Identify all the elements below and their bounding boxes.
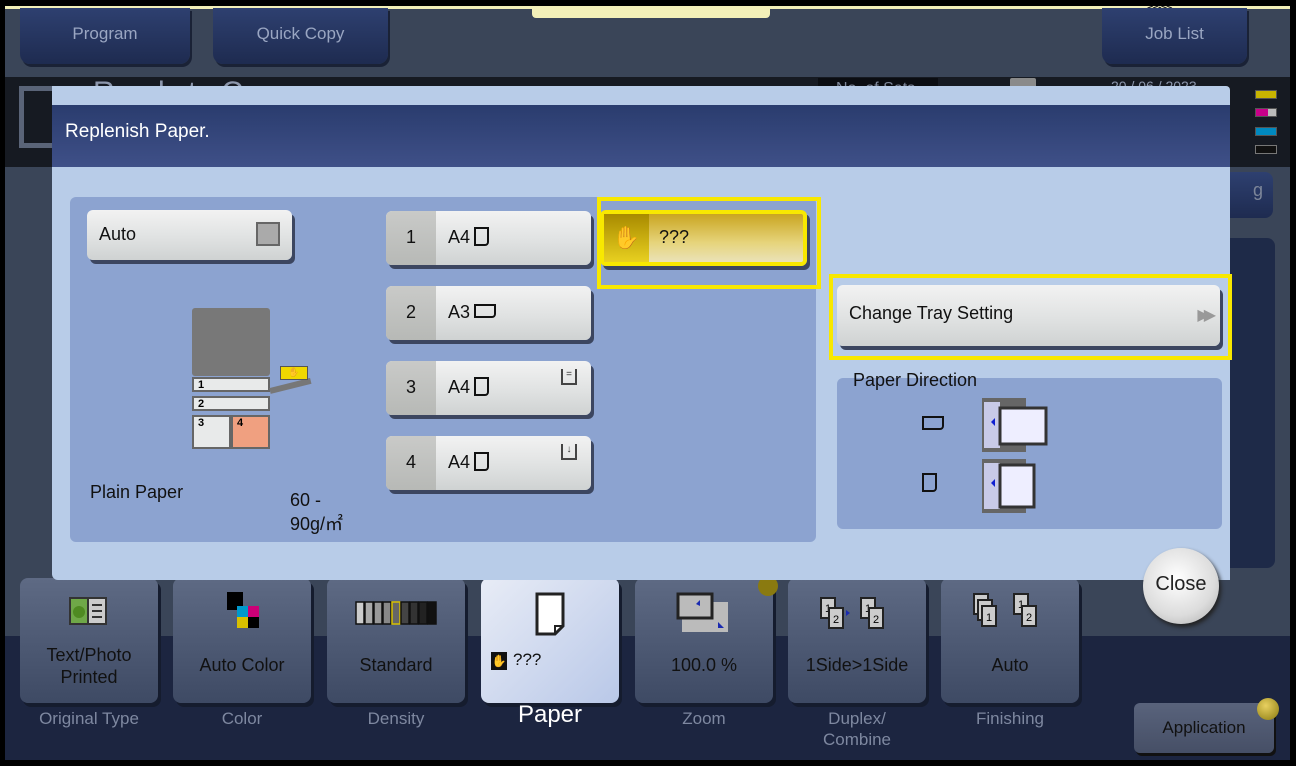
color-tile[interactable]: Auto Color (173, 578, 311, 703)
tray-2-number: 2 (386, 286, 436, 340)
paper-weight-line1: 60 - (290, 490, 322, 510)
duplex-icon: 1212 (788, 592, 926, 632)
tray-1-size-text: A4 (448, 227, 471, 247)
color-icon (173, 592, 311, 632)
tray-fill-icon: = (561, 369, 577, 385)
change-tray-setting-button[interactable]: Change Tray Setting ▶▶ (837, 285, 1220, 346)
paper-icon (481, 592, 619, 636)
portrait-paper-icon (922, 473, 937, 492)
paper-type-label: Plain Paper (90, 482, 184, 502)
tray-2-button[interactable]: 2 A3 (386, 286, 591, 340)
portrait-paper-icon (474, 226, 490, 246)
duplex-tile[interactable]: 1212 1Side>1Side (788, 578, 926, 703)
machine-diagram: 1 2 3 4 ✋ (192, 308, 312, 449)
auto-checkbox-icon (256, 222, 280, 246)
zoom-tile[interactable]: 100.0 % (635, 578, 773, 703)
change-tray-label: Change Tray Setting (849, 303, 1014, 323)
diagram-tray-2: 2 (192, 396, 270, 411)
tray-3-size: A4 (448, 376, 490, 398)
panel-handle[interactable]: <<•>> (532, 6, 1173, 18)
svg-text:2: 2 (873, 614, 879, 626)
original-type-label: Original Type (39, 709, 139, 728)
tray-1-button[interactable]: 1 A4 (386, 211, 591, 265)
density-tile[interactable]: Standard (327, 578, 465, 703)
portrait-feed-icon[interactable] (982, 459, 1038, 513)
diagram-tray-3: 3 (192, 415, 231, 449)
bypass-label: ??? (659, 227, 690, 247)
tray-2-size-text: A3 (448, 302, 471, 322)
double-arrow-right-icon: ▶▶ (1197, 307, 1215, 324)
tray-3-button[interactable]: 3 A4 = (386, 361, 591, 415)
diagram-tray-4: 4 (231, 415, 270, 449)
application-button[interactable]: Application (1134, 703, 1274, 753)
tray-3-number: 3 (386, 361, 436, 415)
landscape-paper-icon (922, 416, 944, 430)
color-value: Auto Color (199, 655, 285, 675)
paper-value: ✋??? (491, 650, 541, 670)
svg-text:1: 1 (986, 612, 992, 624)
finishing-icon: 1112 (941, 592, 1079, 632)
auto-paper-button[interactable]: Auto (87, 210, 292, 260)
program-button[interactable]: Program (20, 8, 190, 64)
paper-tile[interactable]: ✋??? (481, 578, 619, 703)
tray-1-size: A4 (448, 226, 490, 248)
tray-4-button[interactable]: 4 A4 ↓ (386, 436, 591, 490)
tray-2-size: A3 (448, 302, 497, 323)
tray-1-number: 1 (386, 211, 436, 265)
close-button[interactable]: Close (1143, 548, 1219, 624)
paper-weight: 60 - 90g/㎡ (290, 488, 343, 536)
paper-label: Paper (517, 701, 583, 728)
toner-black-icon (1255, 145, 1277, 154)
duplex-label: Duplex/ Combine (822, 709, 892, 749)
job-list-button[interactable]: Job List (1102, 8, 1247, 64)
finishing-value: Auto (991, 655, 1029, 675)
paper-direction-label: Paper Direction (853, 370, 978, 390)
bypass-tray-button[interactable]: ✋ ??? (600, 210, 807, 266)
bypass-hand-icon: ✋ (491, 652, 507, 670)
paper-weight-line2: 90g/㎡ (290, 514, 344, 534)
toner-magenta-icon (1255, 108, 1277, 117)
application-indicator-icon (1257, 698, 1279, 720)
paper-value-text: ??? (513, 650, 542, 669)
finishing-label: Finishing (975, 709, 1045, 728)
tray-4-size: A4 (448, 451, 490, 473)
tray-4-size-text: A4 (448, 452, 471, 472)
landscape-paper-icon (474, 304, 497, 319)
zoom-icon (635, 592, 773, 632)
landscape-feed-icon[interactable] (982, 398, 1048, 452)
right-button-label: g (1252, 180, 1263, 200)
diagram-hand-icon: ✋ (280, 366, 308, 380)
toner-yellow-icon (1255, 90, 1277, 99)
diagram-bypass-tray (269, 377, 312, 394)
tray-4-number: 4 (386, 436, 436, 490)
portrait-paper-icon (474, 451, 490, 471)
portrait-paper-icon (474, 376, 490, 396)
toner-cyan-icon (1255, 127, 1277, 136)
hand-icon: ✋ (604, 214, 649, 262)
original-type-value: Text/Photo Printed (46, 645, 132, 687)
zoom-value: 100.0 % (670, 655, 738, 675)
original-type-icon (20, 592, 158, 632)
tray-load-icon: ↓ (561, 444, 577, 460)
density-value: Standard (359, 655, 433, 675)
tray-3-size-text: A4 (448, 377, 471, 397)
quick-copy-button[interactable]: Quick Copy (213, 8, 388, 64)
original-type-tile[interactable]: Text/Photo Printed (20, 578, 158, 703)
density-icon (327, 592, 465, 632)
duplex-value: 1Side>1Side (805, 655, 909, 675)
density-label: Density (367, 709, 425, 728)
dialog-title: Replenish Paper. (52, 105, 1230, 167)
zoom-label: Zoom (682, 709, 726, 728)
auto-label: Auto (99, 224, 137, 244)
color-label: Color (221, 709, 263, 728)
machine-body (192, 308, 270, 376)
svg-text:2: 2 (1026, 612, 1032, 624)
finishing-tile[interactable]: 1112 Auto (941, 578, 1079, 703)
diagram-tray-1: 1 (192, 377, 270, 392)
svg-text:2: 2 (833, 614, 839, 626)
